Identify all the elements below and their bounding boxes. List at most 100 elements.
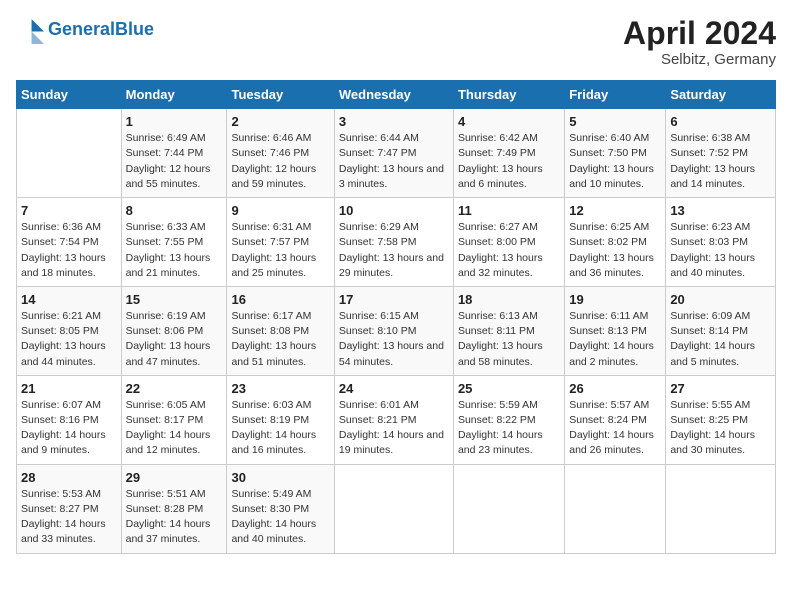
title-block: April 2024 Selbitz, Germany [623,16,776,68]
day-info: Sunrise: 6:17 AMSunset: 8:08 PMDaylight:… [231,309,329,370]
day-info: Sunrise: 5:57 AMSunset: 8:24 PMDaylight:… [569,398,661,459]
day-number: 28 [21,470,117,485]
day-info: Sunrise: 6:25 AMSunset: 8:02 PMDaylight:… [569,220,661,281]
day-info: Sunrise: 6:03 AMSunset: 8:19 PMDaylight:… [231,398,329,459]
calendar-week-1: 1Sunrise: 6:49 AMSunset: 7:44 PMDaylight… [17,109,776,198]
calendar-cell: 20 Sunrise: 6:09 AMSunset: 8:14 PMDayligh… [666,286,776,375]
calendar-cell: 10 Sunrise: 6:29 AMSunset: 7:58 PMDayligh… [334,198,453,287]
day-info: Sunrise: 6:23 AMSunset: 8:03 PMDaylight:… [670,220,771,281]
day-info: Sunrise: 6:11 AMSunset: 8:13 PMDaylight:… [569,309,661,370]
calendar-cell [334,464,453,553]
calendar-cell: 5 Sunrise: 6:40 AMSunset: 7:50 PMDaylight… [565,109,666,198]
day-number: 25 [458,381,560,396]
calendar-cell: 27 Sunrise: 5:55 AMSunset: 8:25 PMDayligh… [666,375,776,464]
header-day-thursday: Thursday [453,81,564,109]
day-number: 15 [126,292,223,307]
day-number: 18 [458,292,560,307]
day-number: 19 [569,292,661,307]
header-day-sunday: Sunday [17,81,122,109]
day-number: 8 [126,203,223,218]
location-subtitle: Selbitz, Germany [623,51,776,68]
calendar-cell: 18 Sunrise: 6:13 AMSunset: 8:11 PMDayligh… [453,286,564,375]
day-number: 30 [231,470,329,485]
day-number: 5 [569,114,661,129]
page-header: GeneralBlue April 2024 Selbitz, Germany [16,16,776,68]
day-info: Sunrise: 5:55 AMSunset: 8:25 PMDaylight:… [670,398,771,459]
calendar-cell: 7 Sunrise: 6:36 AMSunset: 7:54 PMDaylight… [17,198,122,287]
day-number: 7 [21,203,117,218]
month-title: April 2024 [623,16,776,51]
calendar-cell: 1Sunrise: 6:49 AMSunset: 7:44 PMDaylight… [121,109,227,198]
day-info: Sunrise: 6:01 AMSunset: 8:21 PMDaylight:… [339,398,449,459]
day-number: 2 [231,114,329,129]
calendar-cell: 17 Sunrise: 6:15 AMSunset: 8:10 PMDayligh… [334,286,453,375]
day-info: Sunrise: 6:36 AMSunset: 7:54 PMDaylight:… [21,220,117,281]
day-number: 17 [339,292,449,307]
calendar-cell: 13 Sunrise: 6:23 AMSunset: 8:03 PMDayligh… [666,198,776,287]
day-info: Sunrise: 6:15 AMSunset: 8:10 PMDaylight:… [339,309,449,370]
logo: GeneralBlue [16,16,154,44]
day-number: 9 [231,203,329,218]
day-info: Sunrise: 5:51 AMSunset: 8:28 PMDaylight:… [126,487,223,548]
calendar-cell: 19 Sunrise: 6:11 AMSunset: 8:13 PMDayligh… [565,286,666,375]
day-info: Sunrise: 6:38 AMSunset: 7:52 PMDaylight:… [670,131,771,192]
calendar-cell: 12Sunrise: 6:25 AMSunset: 8:02 PMDayligh… [565,198,666,287]
calendar-cell: 14Sunrise: 6:21 AMSunset: 8:05 PMDayligh… [17,286,122,375]
calendar-cell: 6Sunrise: 6:38 AMSunset: 7:52 PMDaylight… [666,109,776,198]
calendar-week-2: 7 Sunrise: 6:36 AMSunset: 7:54 PMDaylight… [17,198,776,287]
day-number: 4 [458,114,560,129]
calendar-cell [453,464,564,553]
day-info: Sunrise: 6:44 AMSunset: 7:47 PMDaylight:… [339,131,449,192]
day-info: Sunrise: 6:13 AMSunset: 8:11 PMDaylight:… [458,309,560,370]
calendar-cell: 4 Sunrise: 6:42 AMSunset: 7:49 PMDaylight… [453,109,564,198]
day-number: 20 [670,292,771,307]
calendar-cell [17,109,122,198]
day-info: Sunrise: 6:42 AMSunset: 7:49 PMDaylight:… [458,131,560,192]
day-number: 29 [126,470,223,485]
day-info: Sunrise: 6:29 AMSunset: 7:58 PMDaylight:… [339,220,449,281]
day-number: 10 [339,203,449,218]
calendar-cell: 22Sunrise: 6:05 AMSunset: 8:17 PMDayligh… [121,375,227,464]
calendar-cell: 8 Sunrise: 6:33 AMSunset: 7:55 PMDaylight… [121,198,227,287]
header-row: SundayMondayTuesdayWednesdayThursdayFrid… [17,81,776,109]
day-number: 11 [458,203,560,218]
calendar-cell: 25Sunrise: 5:59 AMSunset: 8:22 PMDayligh… [453,375,564,464]
calendar-table: SundayMondayTuesdayWednesdayThursdayFrid… [16,80,776,553]
day-number: 24 [339,381,449,396]
day-info: Sunrise: 6:33 AMSunset: 7:55 PMDaylight:… [126,220,223,281]
calendar-week-4: 21 Sunrise: 6:07 AMSunset: 8:16 PMDayligh… [17,375,776,464]
logo-icon [16,16,44,44]
logo-text: GeneralBlue [48,20,154,40]
day-info: Sunrise: 6:46 AMSunset: 7:46 PMDaylight:… [231,131,329,192]
calendar-cell [666,464,776,553]
day-number: 26 [569,381,661,396]
calendar-week-5: 28 Sunrise: 5:53 AMSunset: 8:27 PMDayligh… [17,464,776,553]
calendar-cell: 26 Sunrise: 5:57 AMSunset: 8:24 PMDayligh… [565,375,666,464]
day-info: Sunrise: 6:05 AMSunset: 8:17 PMDaylight:… [126,398,223,459]
day-info: Sunrise: 6:21 AMSunset: 8:05 PMDaylight:… [21,309,117,370]
calendar-cell: 23 Sunrise: 6:03 AMSunset: 8:19 PMDayligh… [227,375,334,464]
header-day-wednesday: Wednesday [334,81,453,109]
calendar-week-3: 14Sunrise: 6:21 AMSunset: 8:05 PMDayligh… [17,286,776,375]
day-number: 21 [21,381,117,396]
day-info: Sunrise: 6:09 AMSunset: 8:14 PMDaylight:… [670,309,771,370]
day-number: 3 [339,114,449,129]
header-day-friday: Friday [565,81,666,109]
day-info: Sunrise: 6:31 AMSunset: 7:57 PMDaylight:… [231,220,329,281]
calendar-cell: 24 Sunrise: 6:01 AMSunset: 8:21 PMDayligh… [334,375,453,464]
day-number: 27 [670,381,771,396]
header-day-tuesday: Tuesday [227,81,334,109]
calendar-cell: 15Sunrise: 6:19 AMSunset: 8:06 PMDayligh… [121,286,227,375]
day-number: 13 [670,203,771,218]
calendar-cell: 21 Sunrise: 6:07 AMSunset: 8:16 PMDayligh… [17,375,122,464]
day-info: Sunrise: 5:53 AMSunset: 8:27 PMDaylight:… [21,487,117,548]
calendar-cell: 28 Sunrise: 5:53 AMSunset: 8:27 PMDayligh… [17,464,122,553]
calendar-cell: 30Sunrise: 5:49 AMSunset: 8:30 PMDayligh… [227,464,334,553]
day-info: Sunrise: 6:40 AMSunset: 7:50 PMDaylight:… [569,131,661,192]
day-number: 23 [231,381,329,396]
day-number: 16 [231,292,329,307]
calendar-cell: 11Sunrise: 6:27 AMSunset: 8:00 PMDayligh… [453,198,564,287]
header-day-monday: Monday [121,81,227,109]
calendar-cell [565,464,666,553]
day-info: Sunrise: 6:07 AMSunset: 8:16 PMDaylight:… [21,398,117,459]
